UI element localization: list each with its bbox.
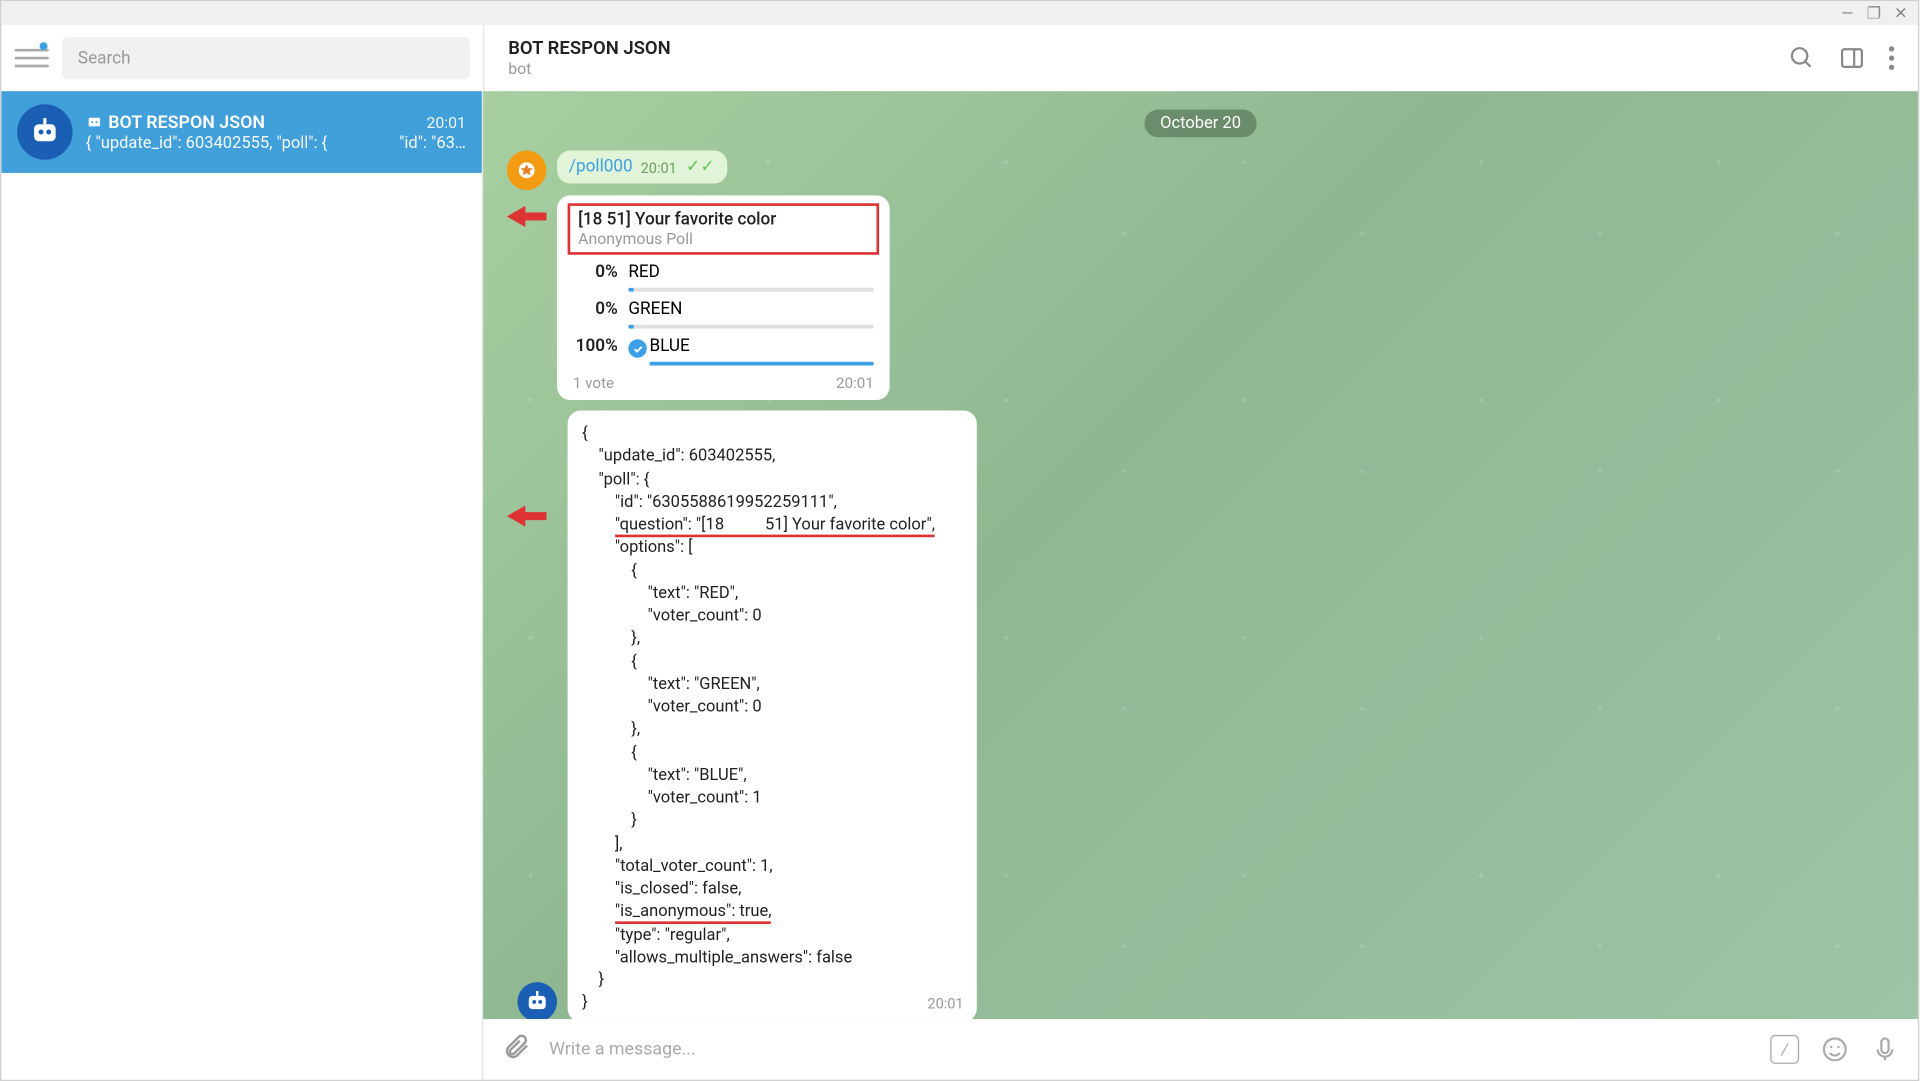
annotation-arrow-icon — [507, 503, 547, 529]
vote-count: 1 vote — [573, 374, 614, 392]
chat-title: BOT RESPON JSON — [508, 38, 671, 59]
window-controls: — ❐ ✕ — [1, 1, 1918, 25]
command-link[interactable]: /poll000 — [569, 157, 633, 177]
attach-icon[interactable] — [502, 1032, 531, 1066]
close-button[interactable]: ✕ — [1894, 4, 1907, 22]
poll-message[interactable]: [18 51] Your favorite color Anonymous Po… — [557, 195, 890, 400]
json-message[interactable]: { "update_id": 603402555, "poll": { "id"… — [568, 411, 977, 1020]
read-checks-icon: ✓✓ — [686, 157, 715, 177]
poll-question: [18 51] Your favorite color — [578, 210, 868, 230]
message-composer: Write a message... / — [483, 1019, 1918, 1080]
bot-avatar-icon — [17, 104, 72, 159]
date-badge: October 20 — [1144, 110, 1257, 138]
message-time: 20:01 — [927, 994, 963, 1014]
chat-list-item[interactable]: BOT RESPON JSON 20:01 { "update_id": 603… — [1, 91, 481, 173]
check-icon — [628, 339, 646, 357]
message-time: 20:01 — [641, 160, 677, 177]
annotation-arrow-icon — [507, 203, 547, 229]
bot-avatar-icon[interactable] — [517, 981, 557, 1019]
poll-type-label: Anonymous Poll — [578, 230, 868, 248]
poll-header: [18 51] Your favorite color Anonymous Po… — [568, 203, 880, 254]
poll-option[interactable]: 100% BLUE — [573, 337, 874, 366]
minimize-button[interactable]: — — [1841, 4, 1853, 22]
user-avatar-icon[interactable] — [507, 150, 547, 190]
chat-subtitle: bot — [508, 59, 671, 77]
sidebar-toggle-icon[interactable] — [1839, 45, 1865, 71]
emoji-icon[interactable] — [1820, 1035, 1849, 1064]
poll-option[interactable]: 0% GREEN — [573, 300, 874, 329]
more-icon[interactable] — [1889, 46, 1894, 70]
command-icon[interactable]: / — [1770, 1035, 1799, 1064]
maximize-button[interactable]: ❐ — [1867, 4, 1881, 22]
menu-icon[interactable] — [15, 41, 49, 75]
message-input[interactable]: Write a message... — [549, 1039, 1752, 1060]
chat-preview: { "update_id": 603402555, "poll": { "id"… — [86, 133, 466, 153]
message-time: 20:01 — [836, 374, 874, 392]
bot-badge-icon — [86, 114, 103, 131]
microphone-icon[interactable] — [1870, 1035, 1899, 1064]
chat-name: BOT RESPON JSON — [86, 112, 265, 133]
chat-list: BOT RESPON JSON 20:01 { "update_id": 603… — [1, 91, 483, 1080]
search-input[interactable]: Search — [62, 37, 470, 79]
outgoing-message[interactable]: /poll000 20:01 ✓✓ — [557, 150, 727, 183]
poll-option[interactable]: 0% RED — [573, 263, 874, 292]
search-icon[interactable] — [1789, 45, 1815, 71]
chat-time: 20:01 — [427, 113, 466, 131]
chat-header[interactable]: BOT RESPON JSON bot — [508, 38, 671, 78]
